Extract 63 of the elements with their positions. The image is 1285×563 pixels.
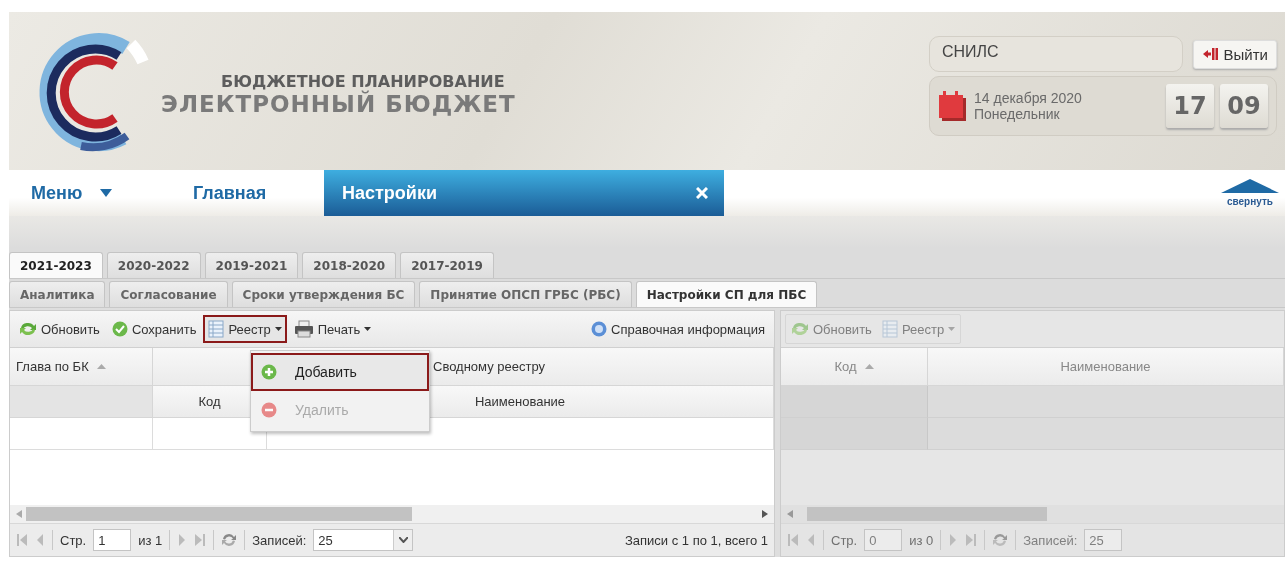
page-size-label: Записей: [252,532,307,548]
records-summary: Записи с 1 по 1, всего 1 [624,532,768,548]
first-page-icon[interactable] [16,533,28,547]
calendar-icon [938,90,968,122]
year-tab[interactable]: 2020-2022 [106,252,201,278]
scroll-right-icon[interactable] [762,510,768,518]
logout-button[interactable]: Выйти [1192,39,1277,69]
remove-icon [261,402,277,418]
toolbar-button[interactable]: Обновить [14,316,105,342]
toolbar-button[interactable]: Печать [288,315,377,343]
previous-page-icon[interactable] [35,533,45,547]
nav-tab[interactable]: Главная [179,170,324,216]
page-count: из 1 [138,532,163,548]
section-tab[interactable]: Сроки утверждения БС [231,281,416,307]
user-field: СНИЛС [929,36,1183,72]
scroll-left-icon[interactable] [16,510,22,518]
collapse-button[interactable]: свернуть [1215,170,1285,216]
close-icon[interactable] [696,187,708,199]
weekday-text: Понедельник [974,106,1061,122]
exit-icon [1201,46,1218,62]
next-page-icon[interactable] [177,533,188,547]
triangle-icon [1221,179,1279,193]
help-icon [591,321,608,337]
scrollbar[interactable] [10,505,774,523]
page-size-label: Записей: [1023,532,1078,548]
clock-hours: 17 [1166,84,1214,128]
check-icon [111,321,128,337]
section-tab[interactable]: Настройки СП для ПБС [635,281,818,307]
app-title: ЭЛЕКТРОННЫЙ БЮДЖЕТ [161,90,516,117]
toolbar-button[interactable]: Справочная информация [586,316,770,342]
add-icon [261,364,277,380]
column-header[interactable]: Глава по БК [10,348,153,386]
date-text: 14 декабря 2020 [974,90,1083,106]
page-field[interactable]: 1 [93,529,132,551]
caret-icon [100,189,113,197]
last-page-icon[interactable] [194,533,207,547]
page-label: Стр. [60,532,87,548]
refresh-icon [19,321,37,337]
printer-icon [293,320,314,338]
app-subtitle: БЮДЖЕТНОЕ ПЛАНИРОВАНИЕ [221,71,506,91]
section-tab[interactable]: Принятие ОПСП ГРБС (РБС) [419,281,632,307]
page-label: Стр. [831,532,858,548]
menu-button[interactable]: Меню [9,170,179,216]
year-tab[interactable]: 2018-2020 [302,252,397,278]
menu-item[interactable]: Добавить [251,353,429,391]
sort-icon [96,364,106,369]
table-icon [881,320,898,338]
year-tab[interactable]: 2017-2019 [400,252,494,278]
refresh-icon [791,321,809,337]
clock-minutes: 09 [1220,84,1268,128]
section-tab[interactable]: Аналитика [9,281,106,307]
year-tab[interactable]: 2021-2023 [9,252,103,278]
chevron-icon [398,537,408,543]
year-tab[interactable]: 2019-2021 [204,252,299,278]
section-tab[interactable]: Согласование [109,281,228,307]
toolbar-button[interactable]: Сохранить [106,316,202,342]
page-size-dropdown[interactable]: 25 [313,529,414,551]
table-icon [208,320,225,338]
toolbar-button[interactable]: Реестр [203,315,287,343]
sort-icon [864,364,874,369]
refresh-icon[interactable] [221,532,238,548]
page-count: из 0 [909,532,934,548]
nav-tab[interactable]: Настройки [324,170,724,216]
